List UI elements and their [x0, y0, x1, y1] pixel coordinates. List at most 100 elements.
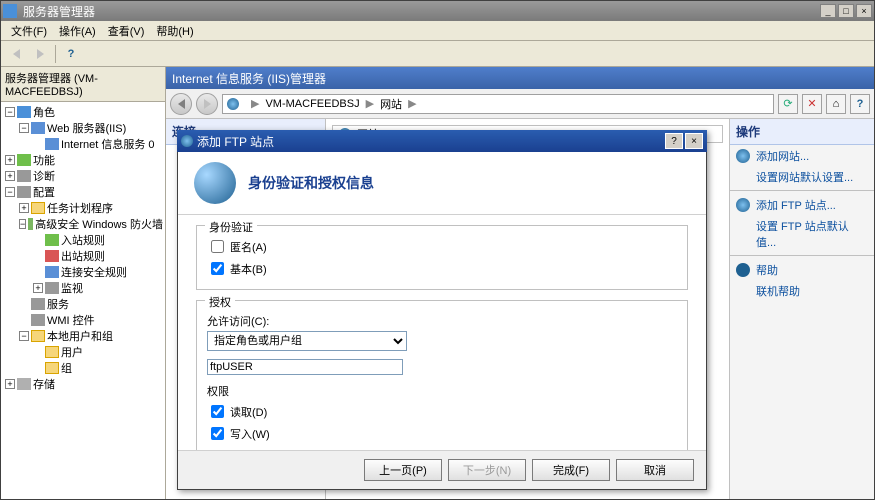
action-ftp-defaults[interactable]: 设置 FTP 站点默认值... [730, 216, 874, 252]
nav-help-button[interactable]: ? [850, 94, 870, 114]
titlebar: 服务器管理器 _ □ × [1, 1, 874, 21]
tree-conn-sec[interactable]: 连接安全规则 [33, 264, 163, 280]
anonymous-checkbox[interactable] [211, 240, 224, 253]
authz-group: 授权 允许访问(C): 指定角色或用户组 权限 读取(D) 写入(W) [196, 300, 688, 450]
tree-diagnostics[interactable]: +诊断 [5, 168, 163, 184]
expander-icon[interactable]: − [5, 187, 15, 197]
menu-action[interactable]: 操作(A) [53, 21, 102, 41]
anonymous-row: 匿名(A) [207, 237, 677, 256]
help-icon: ? [68, 48, 75, 60]
firewall-icon [28, 218, 33, 230]
help-icon: ? [857, 98, 864, 110]
read-row: 读取(D) [207, 402, 677, 421]
iis-header: Internet 信息服务 (IIS)管理器 [166, 67, 874, 89]
window-title: 服务器管理器 [21, 3, 818, 20]
tree-config[interactable]: −配置 [5, 184, 163, 200]
roles-icon [17, 106, 31, 118]
arrow-left-icon [13, 49, 20, 59]
close-button[interactable]: × [856, 4, 872, 18]
globe-icon [736, 149, 750, 163]
menubar: 文件(F) 操作(A) 查看(V) 帮助(H) [1, 21, 874, 41]
tree-users[interactable]: 用户 [33, 344, 163, 360]
action-help[interactable]: 帮助 [730, 259, 874, 281]
toolbar: ? [1, 41, 874, 67]
expander-icon[interactable]: + [33, 283, 43, 293]
services-icon [31, 298, 45, 310]
help-button[interactable]: ? [60, 44, 82, 64]
action-add-site[interactable]: 添加网站... [730, 145, 874, 167]
action-online-help[interactable]: 联机帮助 [730, 281, 874, 301]
tree-local-users[interactable]: −本地用户和组 [19, 328, 163, 344]
maximize-button[interactable]: □ [838, 4, 854, 18]
nav-forward-button[interactable] [196, 93, 218, 115]
expander-icon[interactable]: + [5, 171, 15, 181]
tree-outbound[interactable]: 出站规则 [33, 248, 163, 264]
expander-icon[interactable]: + [5, 379, 15, 389]
monitor-icon [45, 282, 59, 294]
expander-icon[interactable]: − [19, 219, 26, 229]
write-checkbox[interactable] [211, 427, 224, 440]
action-site-defaults[interactable]: 设置网站默认设置... [730, 167, 874, 187]
menu-help[interactable]: 帮助(H) [150, 21, 199, 41]
connsec-icon [45, 266, 59, 278]
nav-refresh-button[interactable]: ⟳ [778, 94, 798, 114]
basic-label[interactable]: 基本(B) [230, 261, 267, 277]
tree-roles[interactable]: −角色 [5, 104, 163, 120]
actions-title: 操作 [730, 119, 874, 145]
perms-label: 权限 [207, 383, 677, 399]
tree-firewall[interactable]: −高级安全 Windows 防火墙 [19, 216, 163, 232]
tree-panel: 服务器管理器 (VM-MACFEEDBSJ) −角色 −Web 服务器(IIS)… [1, 67, 166, 499]
breadcrumb-host[interactable]: VM-MACFEEDBSJ [265, 98, 359, 110]
action-add-ftp[interactable]: 添加 FTP 站点... [730, 194, 874, 216]
breadcrumb-sites[interactable]: 网站 [380, 96, 402, 112]
forward-button[interactable] [29, 44, 51, 64]
nav-stop-button[interactable]: ✕ [802, 94, 822, 114]
breadcrumb[interactable]: ▶ VM-MACFEEDBSJ ▶ 网站 ▶ [222, 94, 774, 114]
tree-inbound[interactable]: 入站规则 [33, 232, 163, 248]
tree: −角色 −Web 服务器(IIS) Internet 信息服务 0 +功能 +诊… [1, 102, 165, 394]
task-icon [31, 202, 45, 214]
outbound-icon [45, 250, 59, 262]
back-button[interactable] [5, 44, 27, 64]
expander-icon[interactable]: + [19, 203, 29, 213]
tree-features[interactable]: +功能 [5, 152, 163, 168]
read-checkbox[interactable] [211, 405, 224, 418]
expander-icon[interactable]: + [5, 155, 15, 165]
tree-web-server[interactable]: −Web 服务器(IIS) [19, 120, 163, 136]
dialog-help-button[interactable]: ? [665, 133, 683, 149]
tree-monitor[interactable]: +监视 [33, 280, 163, 296]
tree-header: 服务器管理器 (VM-MACFEEDBSJ) [1, 67, 165, 102]
read-label[interactable]: 读取(D) [230, 404, 267, 420]
expander-icon[interactable]: − [5, 107, 15, 117]
allow-access-select[interactable]: 指定角色或用户组 [207, 331, 407, 351]
write-label[interactable]: 写入(W) [230, 426, 270, 442]
nav-home-button[interactable]: ⌂ [826, 94, 846, 114]
tree-task-scheduler[interactable]: +任务计划程序 [19, 200, 163, 216]
dialog-close-button[interactable]: × [685, 133, 703, 149]
menu-file[interactable]: 文件(F) [5, 21, 53, 41]
tree-iis-service[interactable]: Internet 信息服务 0 [33, 136, 163, 152]
next-button: 下一步(N) [448, 459, 526, 481]
basic-checkbox[interactable] [211, 262, 224, 275]
user-input[interactable] [207, 359, 403, 375]
tree-storage[interactable]: +存储 [5, 376, 163, 392]
expander-icon[interactable]: − [19, 123, 29, 133]
finish-button[interactable]: 完成(F) [532, 459, 610, 481]
prev-button[interactable]: 上一页(P) [364, 459, 442, 481]
dialog-titlebar[interactable]: 添加 FTP 站点 ? × [177, 130, 707, 152]
menu-view[interactable]: 查看(V) [102, 21, 151, 41]
nav-back-button[interactable] [170, 93, 192, 115]
storage-icon [17, 378, 31, 390]
cancel-button[interactable]: 取消 [616, 459, 694, 481]
anonymous-label[interactable]: 匿名(A) [230, 239, 267, 255]
web-icon [31, 122, 45, 134]
expander-icon[interactable]: − [19, 331, 29, 341]
minimize-button[interactable]: _ [820, 4, 836, 18]
config-icon [17, 186, 31, 198]
users-icon [31, 330, 45, 342]
tree-wmi[interactable]: WMI 控件 [19, 312, 163, 328]
dialog-body: 身份验证和授权信息 身份验证 匿名(A) 基本(B) 授权 允许访问(C): 指… [177, 152, 707, 490]
tree-services[interactable]: 服务 [19, 296, 163, 312]
wmi-icon [31, 314, 45, 326]
tree-groups[interactable]: 组 [33, 360, 163, 376]
